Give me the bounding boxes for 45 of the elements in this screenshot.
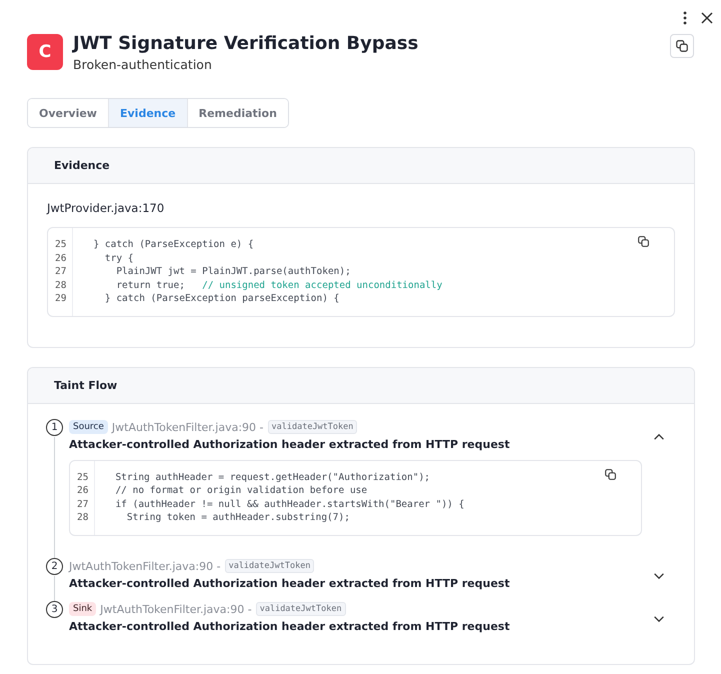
close-icon[interactable]: [699, 10, 715, 26]
code-line: try {: [104, 252, 134, 265]
tab[interactable]: Evidence: [108, 99, 188, 127]
file-location: JwtProvider.java:170: [47, 201, 166, 215]
step-location: JwtAuthTokenFilter.java:90 -: [112, 420, 264, 434]
method-tag: validateJwtToken: [256, 602, 346, 616]
step-badge: Sink: [69, 602, 96, 616]
line-number: 27: [54, 265, 68, 278]
step-description: Attacker-controlled Authorization header extracted from HTTP request: [69, 620, 511, 632]
line-number: 25: [54, 238, 68, 252]
step-description: Attacker-controlled Authorization header extracted from HTTP request: [69, 576, 511, 590]
code-line: } catch (ParseException e) {: [92, 238, 255, 252]
method-tag: validateJwtToken: [224, 559, 314, 573]
line-number: 29: [54, 292, 68, 306]
copy-icon: [675, 39, 689, 53]
tab[interactable]: Overview: [28, 99, 109, 127]
method-tag: validateJwtToken: [268, 420, 358, 434]
copy-button[interactable]: [670, 34, 694, 58]
step-number: 2: [46, 558, 63, 574]
card-header: Evidence: [28, 148, 694, 184]
code-line: String authHeader = request.getHeader("Authorization");: [114, 470, 432, 484]
step-badge: Source: [69, 420, 108, 434]
line-number: 27: [76, 498, 90, 511]
step-location: JwtAuthTokenFilter.java:90 -: [69, 560, 221, 572]
step-description: Attacker-controlled Authorization header extracted from HTTP request: [69, 438, 511, 450]
line-number: 28: [76, 511, 90, 524]
step-number: 1: [46, 418, 63, 436]
step-location: JwtAuthTokenFilter.java:90 -: [100, 602, 252, 616]
line-number: 25: [76, 470, 90, 484]
card-header: Taint Flow: [28, 368, 694, 404]
step-number: 3: [46, 600, 63, 618]
code-line: String token = authHeader.substring(7);: [126, 511, 351, 524]
severity-badge: C: [27, 34, 63, 70]
code-line: } catch (ParseException parseException) {: [104, 292, 340, 306]
line-number: 28: [54, 278, 68, 292]
finding-title: JWT Signature Verification Bypass: [73, 33, 420, 55]
code-line: // no format or origin validation before use: [114, 484, 368, 498]
code-line: return true; // unsigned token accepted unconditionally: [115, 278, 442, 292]
line-number: 26: [76, 484, 90, 498]
line-number: 26: [54, 252, 68, 265]
copy-icon[interactable]: [604, 468, 617, 480]
finding-category: Broken-authentication: [73, 57, 213, 72]
code-line: if (authHeader != null && authHeader.startsWith("Bearer ")) {: [114, 498, 464, 511]
code-line: PlainJWT jwt = PlainJWT.parse(authToken);: [115, 265, 352, 278]
copy-icon[interactable]: [637, 235, 650, 248]
